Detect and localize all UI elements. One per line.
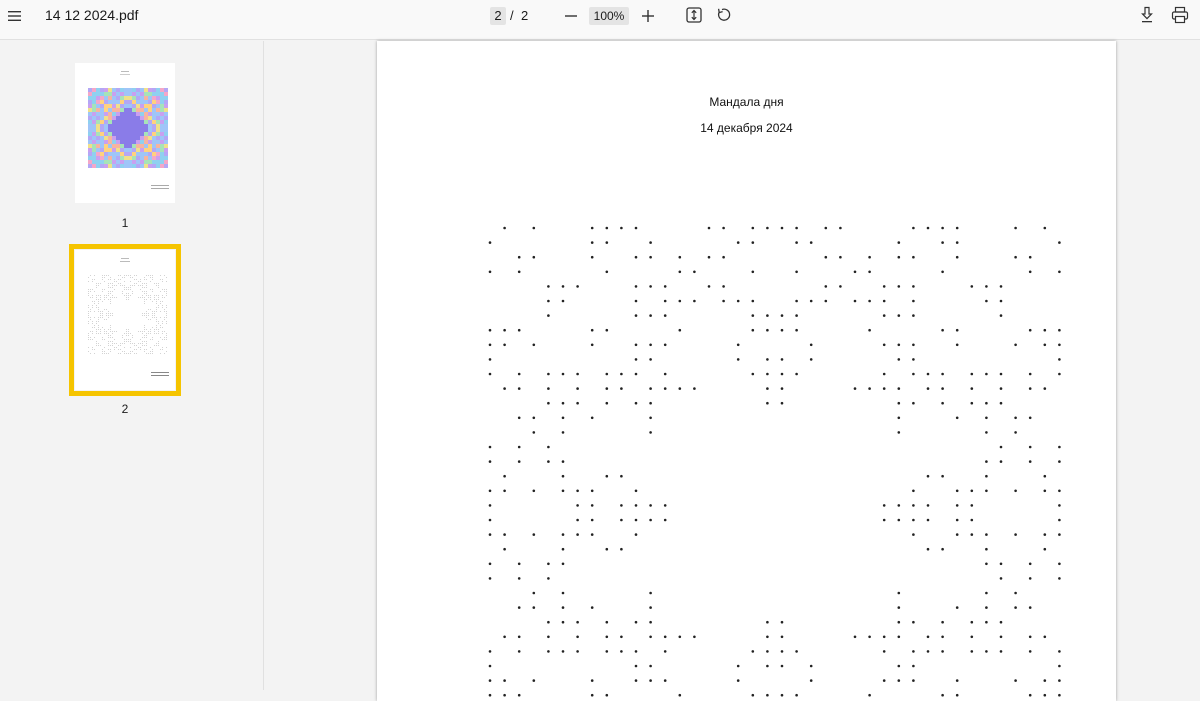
print-icon[interactable]: [1167, 2, 1193, 28]
fit-to-page-icon[interactable]: [681, 2, 707, 28]
mandala-dot-pattern: [488, 226, 1061, 697]
pdf-page: Мандала дня 14 декабря 2024: [377, 41, 1116, 701]
document-view[interactable]: Мандала дня 14 декабря 2024: [265, 41, 1200, 701]
minus-icon[interactable]: [558, 3, 584, 29]
zoom-level[interactable]: 100%: [589, 7, 629, 25]
thumbnail-sidebar: 1 2: [0, 41, 264, 690]
thumbnail-label-2: 2: [121, 402, 129, 416]
page-thumbnail-2[interactable]: [75, 250, 175, 390]
download-icon[interactable]: [1134, 2, 1160, 28]
current-page-input[interactable]: 2: [490, 7, 506, 25]
file-name: 14 12 2024.pdf: [45, 7, 139, 23]
thumbnail-label-1: 1: [121, 216, 129, 230]
total-pages: 2: [521, 8, 529, 23]
mandala-thumbnail-colored: [88, 71, 169, 189]
page-separator: /: [510, 8, 514, 23]
mandala-thumbnail-dots: [88, 258, 169, 376]
plus-icon[interactable]: [635, 3, 661, 29]
rotate-icon[interactable]: [711, 2, 737, 28]
hamburger-menu-icon[interactable]: [2, 3, 28, 29]
page-thumbnail-1[interactable]: [75, 63, 175, 203]
toolbar: 14 12 2024.pdf 2 / 2 100%: [0, 0, 1200, 40]
